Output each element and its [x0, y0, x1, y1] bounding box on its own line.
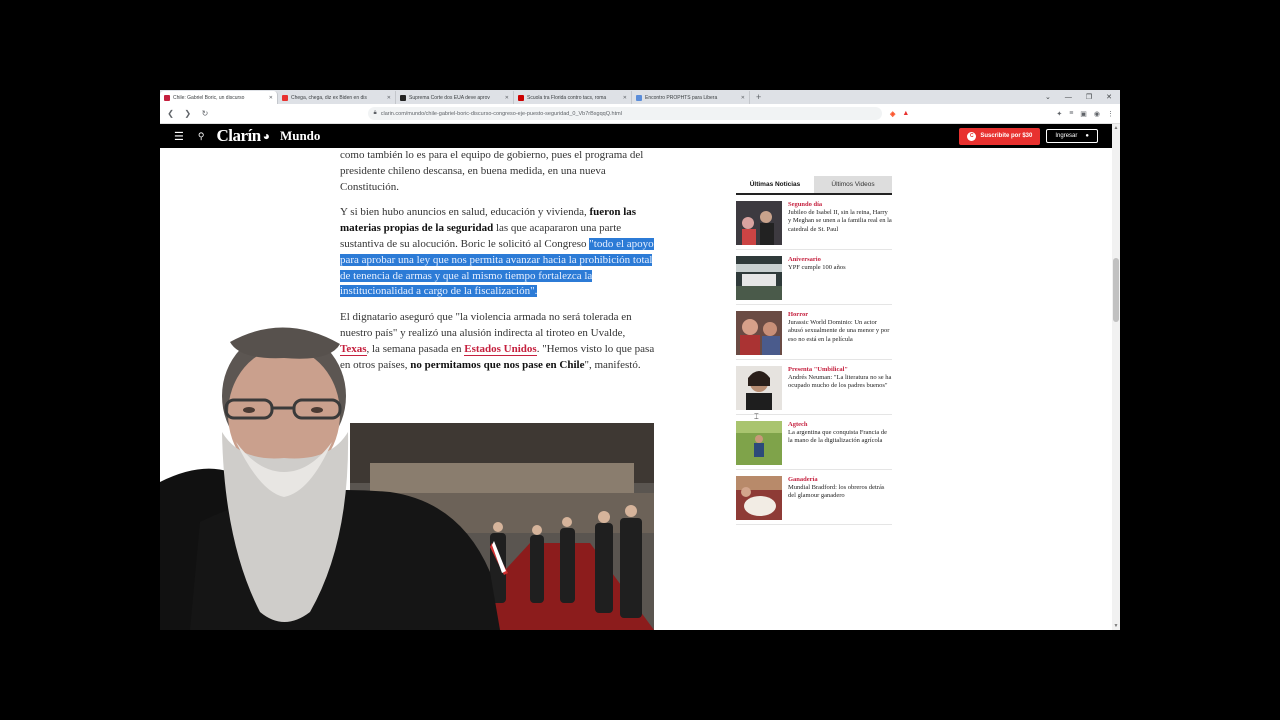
tab-favicon-icon — [400, 94, 406, 101]
browser-tab[interactable]: Chile: Gabriel Boric, un discurso ✕ — [160, 91, 278, 104]
site-logo[interactable]: Clarín — [216, 126, 261, 146]
tab-label: Chile: Gabriel Boric, un discurso — [173, 94, 245, 101]
webcam-overlay — [160, 322, 500, 630]
news-kicker: Agtech — [788, 421, 808, 428]
minimize-icon[interactable]: — — [1065, 91, 1072, 104]
tab-ultimos-videos[interactable]: Últimos Videos — [814, 176, 892, 193]
scroll-down-icon[interactable]: ▼ — [1112, 622, 1120, 630]
login-label: Ingresar — [1055, 133, 1078, 139]
tab-favicon-icon — [164, 94, 170, 101]
close-tab-icon[interactable]: ✕ — [741, 95, 745, 101]
url-text: clarin.com/mundo/chile-gabriel-boric-dis… — [380, 110, 622, 117]
paragraph-text: Y si bien hubo anuncios en salud, educac… — [340, 206, 587, 219]
news-item[interactable]: Presenta "Umbilical" Andrés Neuman: "La l… — [736, 360, 892, 415]
tab-label: Chega, chega, diz ex Biden en dis — [291, 94, 367, 101]
lock-icon: 🔒︎ — [373, 110, 377, 116]
mouse-cursor-icon: ⌶ — [754, 412, 759, 421]
tab-favicon-icon — [282, 94, 288, 101]
close-window-icon[interactable]: ✕ — [1106, 91, 1112, 104]
news-thumbnail[interactable] — [736, 366, 782, 410]
news-headline[interactable]: YPF cumple 100 años — [788, 264, 846, 271]
wallet-icon[interactable]: ▣ — [1080, 110, 1087, 118]
section-title[interactable]: Mundo — [280, 128, 320, 144]
close-tab-icon[interactable]: ✕ — [623, 95, 627, 101]
forward-icon[interactable]: ❯ — [183, 109, 192, 118]
news-item[interactable]: Segundo día Jubileo de Isabel II, sin la … — [736, 195, 892, 250]
news-thumbnail[interactable] — [736, 311, 782, 355]
news-kicker: Horror — [788, 311, 809, 318]
news-headline[interactable]: Andrés Neuman: "La literatura no se ha o… — [788, 374, 891, 389]
subscribe-button[interactable]: C Suscribite por $30 — [959, 127, 1041, 145]
login-button[interactable]: Ingresar ● — [1046, 129, 1098, 143]
hamburger-menu-icon[interactable]: ☰ — [174, 130, 184, 143]
menu-icon[interactable]: ⋮ — [1107, 110, 1114, 118]
extension-area: ◈ ▲ ✦ ≡ ▣ ◉ ⋮ — [890, 110, 1114, 118]
clarin-badge-icon: C — [967, 131, 977, 141]
close-tab-icon[interactable]: ✕ — [269, 95, 273, 101]
tab-search-icon[interactable]: ⌄ — [1045, 91, 1051, 104]
browser-tab[interactable]: Suprema Corte dos EUA deve aprov ✕ — [396, 91, 514, 104]
news-item[interactable]: Aniversario YPF cumple 100 años — [736, 250, 892, 305]
tab-favicon-icon — [636, 94, 642, 101]
site-header: ☰ ⚲ Clarín ◕ Mundo C Suscribite por $30 … — [160, 124, 1112, 148]
new-tab-button[interactable]: + — [750, 91, 767, 104]
paragraph-text: ", manifestó. — [584, 358, 641, 371]
scroll-thumb[interactable] — [1113, 258, 1119, 322]
news-kicker: Presenta "Umbilical" — [788, 366, 848, 373]
browser-tab[interactable]: Encontro PROPHTS para Libera ✕ — [632, 91, 750, 104]
profile-icon[interactable]: ◉ — [1094, 110, 1100, 118]
tab-label: Encontro PROPHTS para Libera — [645, 94, 718, 101]
tab-label: Scuola tra Florida contro tacs, roma — [527, 94, 607, 101]
news-headline[interactable]: Jubileo de Isabel II, sin la reina, Harr… — [788, 209, 892, 232]
scroll-up-icon[interactable]: ▲ — [1112, 124, 1120, 132]
news-thumbnail[interactable] — [736, 256, 782, 300]
browser-tab[interactable]: Scuola tra Florida contro tacs, roma ✕ — [514, 91, 632, 104]
address-bar[interactable]: 🔒︎ clarin.com/mundo/chile-gabriel-boric-… — [367, 107, 882, 120]
news-headline[interactable]: La argentina que conquista Francia de la… — [788, 429, 887, 444]
tab-favicon-icon — [518, 94, 524, 101]
back-icon[interactable]: ❮ — [166, 109, 175, 118]
search-icon[interactable]: ⚲ — [198, 131, 205, 142]
news-kicker: Aniversario — [788, 256, 821, 263]
news-thumbnail[interactable] — [736, 201, 782, 245]
news-item[interactable]: Ganadería Mundial Bradford: los obreros d… — [736, 470, 892, 525]
subscribe-label: Suscribite por $30 — [980, 133, 1033, 139]
article-paragraph: como también lo es para el equipo de gob… — [340, 149, 644, 193]
article-paragraph: Y si bien hubo anuncios en salud, educac… — [340, 205, 656, 300]
news-sidebar: Últimas Noticias Últimos Videos Segundo … — [736, 176, 892, 525]
rewards-icon[interactable]: ▲ — [902, 110, 909, 117]
news-kicker: Ganadería — [788, 476, 818, 483]
brave-shield-icon[interactable]: ◈ — [890, 110, 895, 118]
tab-ultimas-noticias[interactable]: Últimas Noticias — [736, 176, 814, 193]
news-headline[interactable]: Mundial Bradford: los obreros detrás del… — [788, 484, 884, 499]
extensions-puzzle-icon[interactable]: ✦ — [1056, 110, 1062, 118]
tab-label: Suprema Corte dos EUA deve aprov — [409, 94, 490, 101]
news-headline[interactable]: Jurassic World Dominio: Un actor abusó s… — [788, 319, 889, 342]
page-scrollbar[interactable]: ▲ ▼ — [1112, 124, 1120, 630]
news-thumbnail[interactable] — [736, 476, 782, 520]
news-item[interactable]: Agtech La argentina que conquista Francia… — [736, 415, 892, 470]
window-controls: ⌄ — ❐ ✕ — [1045, 91, 1120, 104]
news-kicker: Segundo día — [788, 201, 823, 208]
maximize-icon[interactable]: ❐ — [1086, 91, 1092, 104]
sidebar-tabs: Últimas Noticias Últimos Videos — [736, 176, 892, 195]
news-item[interactable]: Horror Jurassic World Dominio: Un actor a… — [736, 305, 892, 360]
news-thumbnail[interactable] — [736, 421, 782, 465]
browser-tab[interactable]: Chega, chega, diz ex Biden en dis ✕ — [278, 91, 396, 104]
tab-bar: Chile: Gabriel Boric, un discurso ✕ Cheg… — [160, 90, 1120, 104]
playlist-icon[interactable]: ≡ — [1069, 110, 1073, 117]
close-tab-icon[interactable]: ✕ — [387, 95, 391, 101]
reload-icon[interactable]: ↻ — [200, 109, 209, 118]
close-tab-icon[interactable]: ✕ — [505, 95, 509, 101]
logo-mark-icon: ◕ — [262, 129, 270, 143]
user-icon: ● — [1085, 133, 1089, 139]
browser-toolbar: ❮ ❯ ↻ 🔒︎ clarin.com/mundo/chile-gabriel-… — [160, 104, 1120, 124]
